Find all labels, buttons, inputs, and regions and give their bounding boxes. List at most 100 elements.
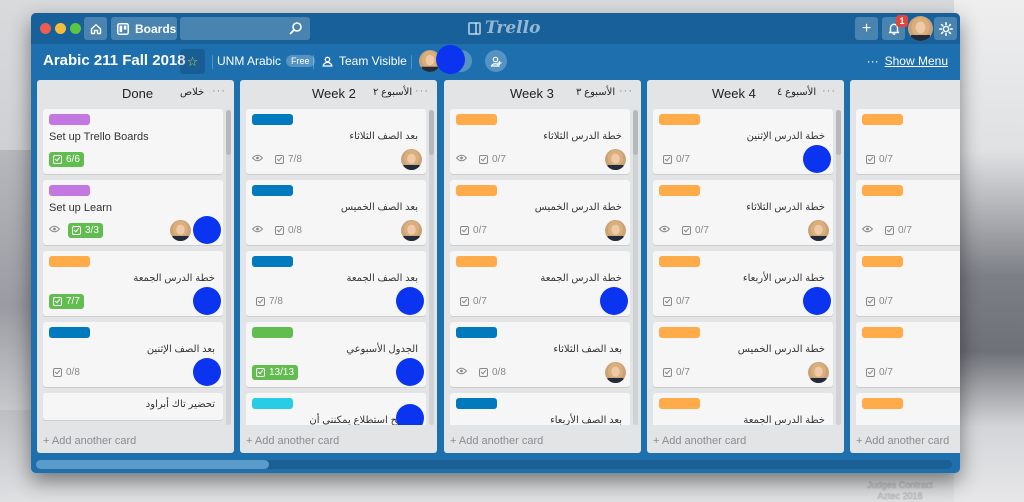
card[interactable]: بعد الصف الخميس 0/8 <box>246 180 426 245</box>
card[interactable]: بعد الصف الجمعة 7/8 <box>246 251 426 316</box>
list-menu-icon[interactable]: ··· <box>619 85 633 97</box>
card-member-avatar[interactable] <box>605 362 626 383</box>
scrollbar-thumb[interactable] <box>836 110 841 155</box>
scrollbar-thumb[interactable] <box>226 110 231 155</box>
add-card-button[interactable]: + Add another card <box>246 435 339 447</box>
card[interactable]: Set up Trello Boards 6/6 <box>43 109 223 174</box>
card-label[interactable] <box>49 327 90 338</box>
card[interactable]: 0/7 <box>856 109 960 174</box>
list-scrollbar[interactable] <box>226 110 231 425</box>
card[interactable]: 0/7 <box>856 393 960 425</box>
trello-logo[interactable]: Trello <box>468 18 540 38</box>
window-minimize-button[interactable] <box>55 23 66 34</box>
list-header[interactable]: Week 2 الأسبوع ٢ ··· <box>240 80 437 106</box>
card-label[interactable] <box>456 398 497 409</box>
list-title[interactable]: Week 2 <box>312 86 356 101</box>
board-title[interactable]: Arabic 211 Fall 2018 <box>43 52 186 69</box>
home-button[interactable] <box>84 17 107 40</box>
scrollbar-thumb[interactable] <box>429 110 434 155</box>
card-member-avatar[interactable] <box>605 149 626 170</box>
card[interactable]: 0/7 <box>856 322 960 387</box>
list-header[interactable]: Done خلاص ··· <box>37 80 234 106</box>
list-scrollbar[interactable] <box>429 110 434 425</box>
list-title[interactable]: Week 4 <box>712 86 756 101</box>
card[interactable]: بعد الصف الثلاثاء 7/8 <box>246 109 426 174</box>
card[interactable]: خطة الدرس الإثنين 0/7 <box>653 109 833 174</box>
list-menu-icon[interactable]: ··· <box>212 85 226 97</box>
card-label[interactable] <box>456 185 497 196</box>
card[interactable]: خطة الدرس الجمعة0/7 <box>450 251 630 316</box>
star-board-button[interactable]: ☆ <box>180 49 205 74</box>
list-header[interactable] <box>850 80 960 106</box>
card-label[interactable] <box>862 185 903 196</box>
card-label[interactable] <box>49 256 90 267</box>
card[interactable]: خطة الدرس الثلاثاء 0/7 <box>450 109 630 174</box>
card-label[interactable] <box>659 256 700 267</box>
card[interactable]: تحضير تاك أبراود <box>43 393 223 420</box>
create-button[interactable]: + <box>855 17 878 40</box>
list-title[interactable]: Done <box>122 86 153 101</box>
card-label[interactable] <box>49 185 90 196</box>
card[interactable]: خطة الدرس الأربعاء 0/7 <box>653 251 833 316</box>
add-card-button[interactable]: + Add another card <box>43 435 136 447</box>
add-card-button[interactable]: + Add another card <box>856 435 949 447</box>
card-label[interactable] <box>659 327 700 338</box>
show-menu-button[interactable]: ··· Show Menu <box>867 54 948 68</box>
card-label[interactable] <box>456 256 497 267</box>
card-label[interactable] <box>862 256 903 267</box>
card[interactable]: Set up Learn 3/3 <box>43 180 223 245</box>
card[interactable]: 0/7 <box>856 251 960 316</box>
card-member-avatar[interactable] <box>401 149 422 170</box>
card[interactable]: خطة الدرس الجمعة 7/7 <box>43 251 223 316</box>
list-scrollbar[interactable] <box>836 110 841 425</box>
team-button[interactable]: UNM Arabic Free <box>217 54 315 68</box>
card-label[interactable] <box>659 398 700 409</box>
card-label[interactable] <box>252 114 293 125</box>
add-card-button[interactable]: + Add another card <box>653 435 746 447</box>
card-label[interactable] <box>659 114 700 125</box>
card[interactable]: خطة الدرس الخميس 0/7 <box>653 322 833 387</box>
card-member-avatar[interactable] <box>170 220 191 241</box>
list-menu-icon[interactable]: ··· <box>415 85 429 97</box>
search-input[interactable] <box>180 17 310 40</box>
scrollbar-thumb[interactable] <box>36 460 269 469</box>
card-label[interactable] <box>252 185 293 196</box>
card-member-avatar[interactable] <box>808 362 829 383</box>
card-label[interactable] <box>862 327 903 338</box>
card-label[interactable] <box>456 114 497 125</box>
card-label[interactable] <box>456 327 497 338</box>
card[interactable]: تصحيح استطلاع يمكنني أن <box>246 393 426 425</box>
list-scrollbar[interactable] <box>633 110 638 425</box>
list-header[interactable]: Week 3 الأسبوع ٣ ··· <box>444 80 641 106</box>
card[interactable]: خطة الدرس الخميس 0/7 <box>450 180 630 245</box>
scrollbar-thumb[interactable] <box>633 110 638 155</box>
board-horizontal-scrollbar[interactable] <box>36 460 952 469</box>
card[interactable]: بعد الصف الإثنين 0/8 <box>43 322 223 387</box>
card-label[interactable] <box>252 398 293 409</box>
card[interactable]: خطة الدرس الجمعة0/7 <box>653 393 833 425</box>
card-label[interactable] <box>252 256 293 267</box>
card-label[interactable] <box>252 327 293 338</box>
card[interactable]: بعد الصف الأربعاء0/8 <box>450 393 630 425</box>
add-card-button[interactable]: + Add another card <box>450 435 543 447</box>
list-menu-icon[interactable]: ··· <box>822 85 836 97</box>
card[interactable]: بعد الصف الثلاثاء 0/8 <box>450 322 630 387</box>
card-member-avatar[interactable] <box>605 220 626 241</box>
list-header[interactable]: Week 4 الأسبوع ٤ ··· <box>647 80 844 106</box>
card-member-avatar[interactable] <box>401 220 422 241</box>
visibility-button[interactable]: Team Visible <box>322 54 407 68</box>
window-close-button[interactable] <box>40 23 51 34</box>
card-label[interactable] <box>862 114 903 125</box>
list-title[interactable]: Week 3 <box>510 86 554 101</box>
card-member-avatar[interactable] <box>808 220 829 241</box>
invite-member-button[interactable] <box>485 50 507 72</box>
card-label[interactable] <box>862 398 903 409</box>
window-maximize-button[interactable] <box>70 23 81 34</box>
card-label[interactable] <box>659 185 700 196</box>
card[interactable]: 0/7 <box>856 180 960 245</box>
user-avatar[interactable] <box>908 16 933 41</box>
card[interactable]: خطة الدرس الثلاثاء 0/7 <box>653 180 833 245</box>
settings-button[interactable] <box>934 17 957 40</box>
card-label[interactable] <box>49 114 90 125</box>
card[interactable]: الجدول الأسبوعي 13/13 <box>246 322 426 387</box>
